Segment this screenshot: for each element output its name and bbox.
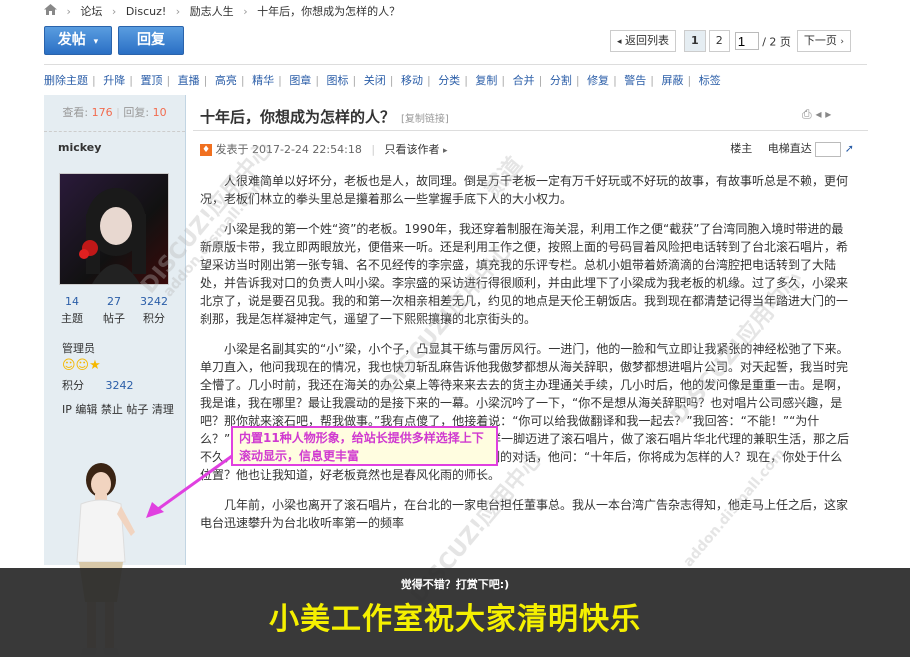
- breadcrumb-separator: ›: [111, 5, 117, 18]
- back-to-list-label: 返回列表: [625, 34, 670, 47]
- breadcrumb-thread[interactable]: 十年后，你想成为怎样的人？: [257, 4, 400, 20]
- print-icon[interactable]: ⎙: [802, 107, 812, 121]
- credit-label: 积分: [62, 379, 84, 392]
- moderation-toolbar: 删除主题 | 升降 | 置顶 | 直播 | 高亮 | 精华 | 图章 | 图标 | 关闭 | 移动…: [44, 74, 721, 87]
- divider: [193, 130, 868, 131]
- tool-tag[interactable]: 标签: [699, 74, 721, 87]
- credits-label: 积分: [143, 312, 165, 325]
- tool-highlight[interactable]: 高亮: [215, 74, 237, 87]
- breadcrumb: › 论坛 › Discuz! › 励志人生 › 十年后，你想成为怎样的人？: [44, 4, 400, 20]
- tool-icon[interactable]: 图标: [327, 74, 349, 87]
- tool-bump[interactable]: 升降: [103, 74, 125, 87]
- page-1-link[interactable]: 1: [684, 30, 706, 52]
- breadcrumb-separator: ›: [66, 5, 71, 18]
- author-group[interactable]: 管理员: [62, 340, 174, 356]
- back-to-list-button[interactable]: ◂ 返回列表: [610, 30, 677, 52]
- floor-info: 楼主 电梯直达 ➚: [730, 140, 854, 157]
- tool-move[interactable]: 移动: [401, 74, 423, 87]
- credit-value: 3242: [105, 379, 134, 392]
- goto-floor-input[interactable]: [815, 141, 842, 157]
- tool-digest[interactable]: 精华: [252, 74, 274, 87]
- author-posts[interactable]: 27 帖子: [94, 295, 134, 326]
- reward-prompt[interactable]: 觉得不错？打赏下吧:): [0, 576, 910, 592]
- online-icon: ♦: [200, 144, 212, 156]
- chevron-left-icon: ◂: [617, 37, 622, 47]
- tool-repair[interactable]: 修复: [587, 74, 609, 87]
- post-tools: ⎙ ◂ ▸: [802, 107, 831, 122]
- views-count: 176: [91, 106, 113, 119]
- admin-links[interactable]: IP 编辑 禁止 帖子 清理: [62, 401, 174, 417]
- author-name[interactable]: mickey: [58, 141, 101, 154]
- replies-count: 10: [152, 106, 167, 119]
- author-topics[interactable]: 14 主题: [52, 295, 92, 326]
- chevron-down-icon: ▾: [93, 37, 99, 47]
- tooltip-arrow: [146, 454, 233, 518]
- post-paragraph: 人很难简单以好坏分，老板也是人，故同理。倒是万千老板一定有万千好玩或不好玩的故事…: [200, 174, 849, 206]
- tool-merge[interactable]: 合并: [513, 74, 535, 87]
- prev-thread-icon[interactable]: ◂: [815, 107, 821, 121]
- go-arrow-icon[interactable]: ➚: [845, 142, 854, 155]
- tool-delete[interactable]: 删除主题: [44, 74, 88, 87]
- tool-live[interactable]: 直播: [178, 74, 200, 87]
- post-paragraph: 几年前，小梁也离开了滚石唱片，在台北的一家电台担任董事总。我从一本台湾广告杂志得…: [200, 498, 849, 530]
- views-label: 查看:: [62, 106, 89, 119]
- tool-copy[interactable]: 复制: [475, 74, 497, 87]
- tool-sticky[interactable]: 置顶: [140, 74, 162, 87]
- tool-split[interactable]: 分割: [550, 74, 572, 87]
- tool-stamp[interactable]: 图章: [289, 74, 311, 87]
- feature-tooltip: 内置11种人物形象，给站长提供多样选择上下滚动显示，信息更丰富: [231, 426, 498, 466]
- copy-link[interactable]: [复制链接]: [401, 114, 449, 125]
- page-jump: / 2 页: [732, 30, 793, 50]
- pagination: ◂ 返回列表 1 2 / 2 页 下一页 ›: [607, 30, 851, 52]
- new-post-label: 发帖: [57, 32, 86, 48]
- floor-label: 楼主: [730, 142, 753, 155]
- breadcrumb-separator: ›: [243, 5, 248, 18]
- chevron-right-icon: ▸: [443, 146, 448, 156]
- breadcrumb-category[interactable]: 励志人生: [190, 4, 234, 20]
- tool-warn[interactable]: 警告: [624, 74, 646, 87]
- rank-stars-icon: ☺☺★: [62, 358, 101, 373]
- breadcrumb-discuz[interactable]: Discuz!: [126, 4, 166, 20]
- page-total: / 2 页: [762, 35, 791, 49]
- tool-category[interactable]: 分类: [438, 74, 460, 87]
- reply-button[interactable]: 回复: [118, 26, 184, 55]
- breadcrumb-forum[interactable]: 论坛: [80, 4, 102, 20]
- next-thread-icon[interactable]: ▸: [825, 107, 831, 121]
- page-title: 十年后，你想成为怎样的人？ [复制链接]: [200, 106, 449, 127]
- next-page-button[interactable]: 下一页 ›: [796, 30, 851, 52]
- author-credits[interactable]: 3242 积分: [134, 295, 174, 326]
- posts-count: 27: [107, 295, 121, 308]
- thread-title: 十年后，你想成为怎样的人？: [200, 108, 396, 126]
- home-icon[interactable]: [44, 4, 57, 20]
- author-rank: 管理员 ☺☺★ 积分 3242 IP 编辑 禁止 帖子 清理: [62, 340, 174, 417]
- author-only-link[interactable]: 只看该作者: [385, 143, 440, 156]
- topics-count: 14: [65, 295, 79, 308]
- tool-close[interactable]: 关闭: [364, 74, 386, 87]
- new-post-button[interactable]: 发帖 ▾: [44, 26, 112, 55]
- page-2-link[interactable]: 2: [708, 30, 730, 52]
- thread-stats: 查看: 176 | 回复: 10: [44, 95, 185, 132]
- page-jump-input[interactable]: [734, 32, 759, 50]
- chevron-right-icon: ›: [840, 37, 844, 47]
- breadcrumb-separator: ›: [175, 5, 181, 18]
- banner-message: 小美工作室祝大家清明快乐: [269, 602, 641, 637]
- topics-label: 主题: [61, 312, 83, 325]
- next-page-label: 下一页: [803, 34, 837, 47]
- divider: [44, 64, 867, 65]
- tool-block[interactable]: 屏蔽: [662, 74, 684, 87]
- posts-label: 帖子: [103, 312, 125, 325]
- replies-label: 回复:: [123, 106, 150, 119]
- goto-floor-label: 电梯直达: [767, 142, 812, 155]
